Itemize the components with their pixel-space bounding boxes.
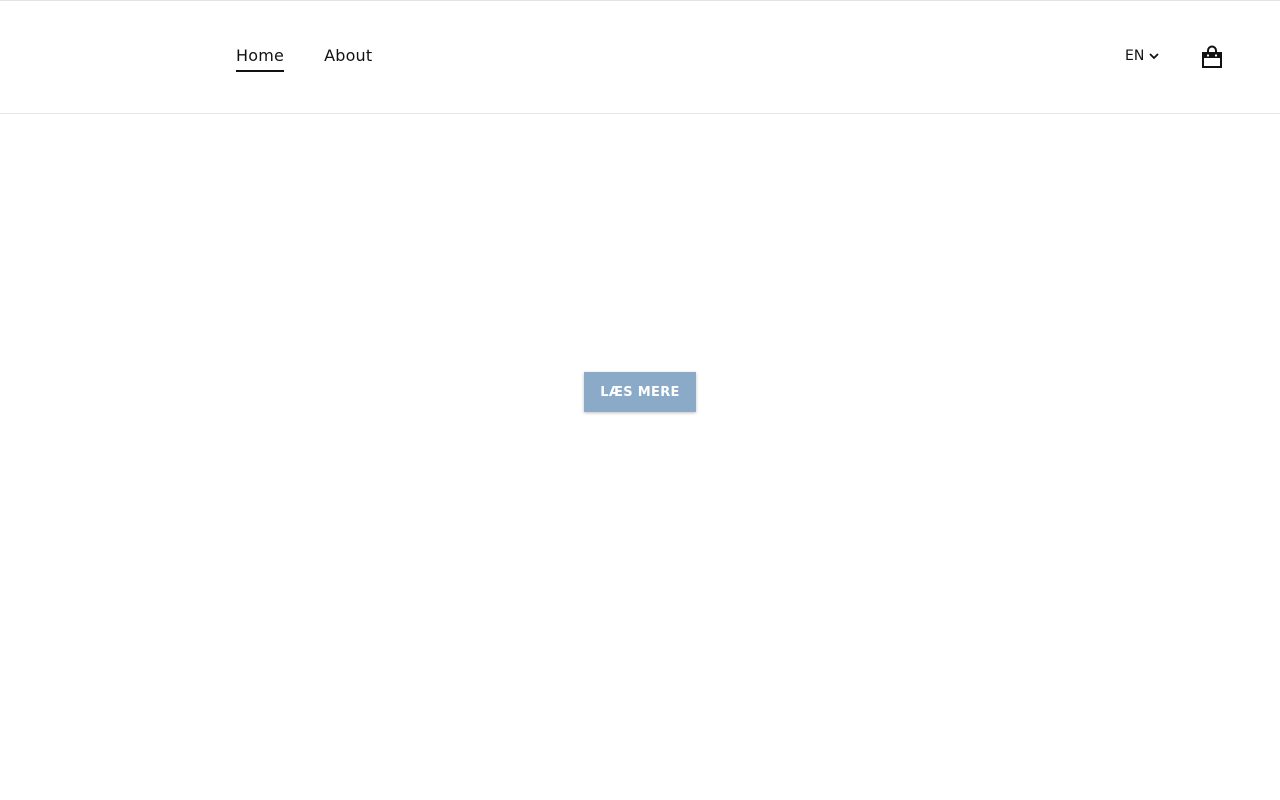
read-more-button[interactable]: LÆS MERE	[584, 372, 696, 412]
nav-link-about[interactable]: About	[324, 46, 372, 72]
cart-button[interactable]	[1201, 45, 1223, 69]
main-nav: Home About	[236, 46, 372, 72]
language-selected-label: EN	[1125, 48, 1145, 64]
chevron-down-icon	[1148, 50, 1160, 62]
page: Home About EN LÆS MERE	[0, 0, 1280, 800]
nav-link-home[interactable]: Home	[236, 46, 285, 72]
site-header: Home About EN	[0, 1, 1280, 114]
shopping-bag-icon	[1201, 45, 1223, 69]
language-selector[interactable]: EN	[1125, 46, 1160, 66]
